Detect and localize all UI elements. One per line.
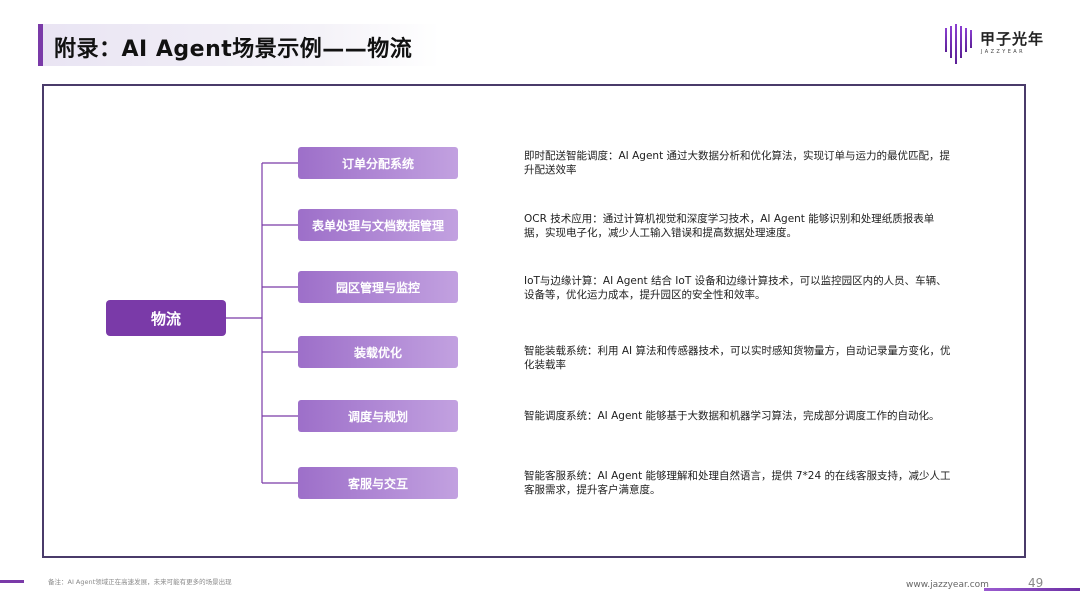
footer-accent-right (984, 588, 1080, 591)
desc-loading-optimization: 智能装载系统：利用 AI 算法和传感器技术，可以实时感知货物量方，自动记录量方变… (524, 345, 951, 371)
node-dispatch-planning: 调度与规划 (298, 400, 458, 432)
node-loading-optimization: 装载优化 (298, 336, 458, 368)
footer-accent-left (0, 580, 24, 583)
desc-customer-service: 智能客服系统：AI Agent 能够理解和处理自然语言，提供 7*24 的在线客… (524, 470, 951, 496)
desc-order-allocation: 即时配送智能调度：AI Agent 通过大数据分析和优化算法，实现订单与运力的最… (524, 150, 951, 176)
desc-form-document-management: OCR 技术应用：通过计算机视觉和深度学习技术，AI Agent 能够识别和处理… (524, 213, 935, 239)
footer-url: www.jazzyear.com (906, 580, 989, 590)
node-order-allocation: 订单分配系统 (298, 147, 458, 179)
node-customer-service: 客服与交互 (298, 467, 458, 499)
node-form-document-management: 表单处理与文档数据管理 (298, 209, 458, 241)
footer-note: 备注：AI Agent领域正在高速发展，未来可能有更多的场景出现 (48, 578, 232, 586)
desc-park-management: IoT与边缘计算：AI Agent 结合 IoT 设备和边缘计算技术，可以监控园… (524, 275, 947, 301)
hub-node-logistics: 物流 (106, 300, 226, 336)
node-park-management: 园区管理与监控 (298, 271, 458, 303)
desc-dispatch-planning: 智能调度系统：AI Agent 能够基于大数据和机器学习算法，完成部分调度工作的… (524, 410, 940, 422)
